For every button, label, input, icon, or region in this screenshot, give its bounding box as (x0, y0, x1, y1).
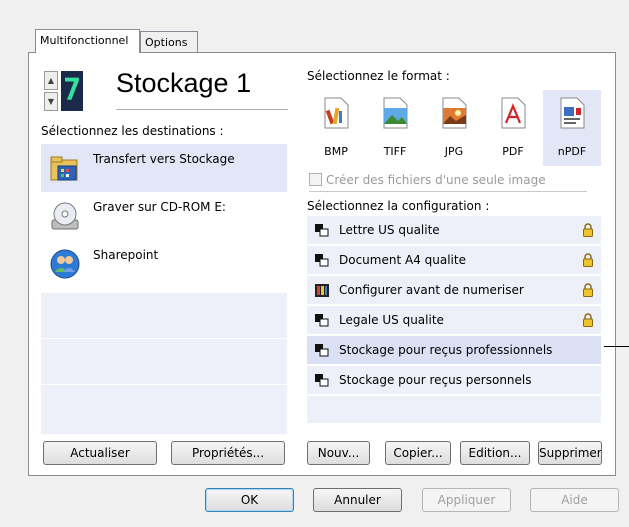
format-label-jpg: JPG (444, 145, 464, 158)
people-icon (50, 249, 80, 279)
spin-down-icon[interactable]: ▼ (44, 92, 58, 111)
config-item-configurer[interactable]: Configurer avant de numeriser (307, 276, 601, 305)
title-underline (116, 109, 288, 110)
destination-label: Sharepoint (93, 248, 159, 262)
config-item-label: Document A4 qualite (339, 253, 466, 267)
help-button[interactable]: Aide (530, 488, 619, 512)
properties-dialog: Multifonctionnel Options ▲ ▼ 7 Stockage … (0, 0, 629, 527)
folder-icon (50, 156, 78, 181)
destinations-label: Sélectionnez les destinations : (41, 124, 224, 138)
config-item-label: Configurer avant de numeriser (339, 283, 524, 297)
format-bmp[interactable]: BMP (307, 90, 365, 166)
spin-up-icon[interactable]: ▲ (44, 71, 58, 90)
format-label-tiff: TIFF (383, 145, 407, 158)
destination-empty-row (41, 384, 287, 434)
pdf-icon (501, 97, 526, 129)
scanner-icon (315, 374, 329, 387)
config-item-label: Stockage pour reçus professionnels (339, 343, 553, 357)
scanner-icon (315, 254, 329, 267)
apply-button[interactable]: Appliquer (422, 488, 511, 512)
jpg-icon (442, 97, 467, 129)
edit-button[interactable]: Edition... (460, 441, 530, 465)
config-item-stockage-pro[interactable]: Stockage pour reçus professionnels (307, 336, 601, 365)
config-item-label: Stockage pour reçus personnels (339, 373, 532, 387)
counter-digit: 7 (61, 71, 83, 111)
bmp-icon (324, 97, 349, 129)
tiff-icon (383, 97, 408, 129)
config-item-label: Legale US qualite (339, 313, 444, 327)
tab-multifonctionnel[interactable]: Multifonctionnel (35, 29, 140, 53)
delete-button[interactable]: Supprimer (538, 441, 602, 465)
callout-line (604, 346, 629, 347)
lock-icon (583, 283, 593, 297)
npdf-icon (560, 97, 585, 129)
destination-label: Transfert vers Stockage (93, 152, 235, 166)
destination-item-sharepoint[interactable]: Sharepoint (41, 240, 287, 288)
lock-icon (583, 253, 593, 267)
single-image-label: Créer des fichiers d'une seule image (326, 173, 546, 187)
copy-button[interactable]: Copier... (385, 441, 451, 465)
config-item-label: Lettre US qualite (339, 223, 440, 237)
format-label-pdf: PDF (502, 145, 524, 158)
scanner-icon (315, 344, 329, 357)
config-item-legale[interactable]: Legale US qualite (307, 306, 601, 335)
destination-empty-row (41, 338, 287, 386)
color-settings-icon (315, 284, 329, 297)
config-list: Lettre US qualite Document A4 qualite Co… (307, 216, 601, 426)
scanner-icon (315, 224, 329, 237)
destination-label: Graver sur CD-ROM E: (93, 200, 226, 214)
page-title: Stockage 1 (116, 68, 252, 98)
format-pdf[interactable]: PDF (484, 90, 542, 166)
format-picker: BMP TIFF JPG PDF nPDF (307, 90, 601, 170)
ok-button[interactable]: OK (205, 488, 294, 512)
format-label-npdf: nPDF (557, 145, 587, 158)
checkbox-box[interactable] (309, 173, 322, 186)
destination-item-cdrom[interactable]: Graver sur CD-ROM E: (41, 192, 287, 240)
format-npdf[interactable]: nPDF (543, 90, 601, 166)
lock-icon (583, 223, 593, 237)
config-item-a4[interactable]: Document A4 qualite (307, 246, 601, 275)
properties-button[interactable]: Propriétés... (171, 441, 285, 465)
tab-options[interactable]: Options (140, 31, 198, 53)
cancel-button[interactable]: Annuler (313, 488, 402, 512)
refresh-button[interactable]: Actualiser (43, 441, 157, 465)
separator (309, 191, 587, 192)
destination-empty-row (41, 292, 287, 340)
config-counter: ▲ ▼ 7 (44, 71, 84, 111)
config-item-lettre[interactable]: Lettre US qualite (307, 216, 601, 245)
config-item-stockage-perso[interactable]: Stockage pour reçus personnels (307, 366, 601, 395)
format-tiff[interactable]: TIFF (366, 90, 424, 166)
config-label: Sélectionnez la configuration : (307, 199, 490, 213)
format-label-bmp: BMP (324, 145, 348, 158)
config-empty-row (307, 396, 601, 424)
destination-list: Transfert vers Stockage Graver sur CD-RO… (41, 144, 287, 434)
new-button[interactable]: Nouv... (307, 441, 370, 465)
format-jpg[interactable]: JPG (425, 90, 483, 166)
cd-icon (51, 202, 79, 230)
destination-item-transfert[interactable]: Transfert vers Stockage (41, 144, 287, 192)
lock-icon (583, 313, 593, 327)
single-image-checkbox[interactable]: Créer des fichiers d'une seule image (309, 173, 546, 187)
format-label: Sélectionnez le format : (307, 69, 450, 83)
scanner-icon (315, 314, 329, 327)
